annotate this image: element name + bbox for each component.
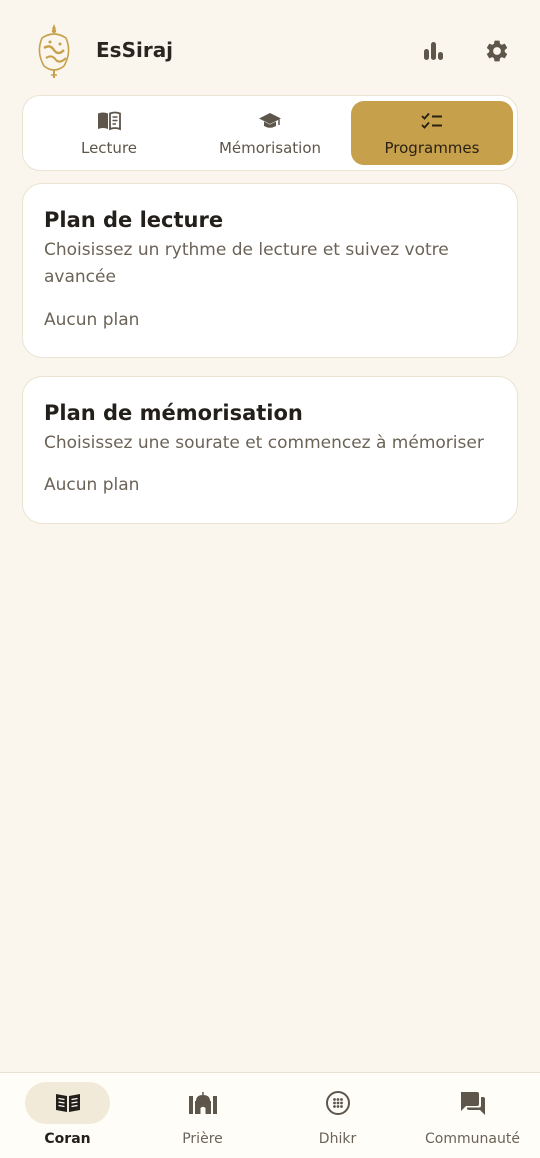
section-tabs: Lecture Mémorisation Programmes bbox=[22, 95, 518, 171]
nav-label-communaute: Communauté bbox=[425, 1131, 520, 1147]
nav-item-dhikr[interactable]: Dhikr bbox=[270, 1073, 405, 1158]
mosque-icon bbox=[160, 1082, 245, 1124]
settings-button[interactable] bbox=[482, 36, 512, 66]
reading-plan-card[interactable]: Plan de lecture Choisissez un rythme de … bbox=[22, 183, 518, 358]
nav-label-priere: Prière bbox=[182, 1131, 223, 1147]
tab-memorisation[interactable]: Mémorisation bbox=[189, 101, 351, 165]
bottom-navigation: Coran Prière Dhikr Communauté bbox=[0, 1072, 540, 1158]
nav-label-dhikr: Dhikr bbox=[318, 1131, 357, 1147]
card-description: Choisissez une sourate et commencez à mé… bbox=[44, 433, 484, 453]
essiraj-logo bbox=[32, 22, 76, 80]
tab-lecture-label: Lecture bbox=[80, 139, 138, 157]
card-title: Plan de mémorisation bbox=[44, 401, 303, 425]
graduation-cap-icon bbox=[258, 109, 282, 133]
open-book-icon bbox=[97, 109, 121, 133]
nav-label-coran: Coran bbox=[44, 1131, 91, 1147]
card-title: Plan de lecture bbox=[44, 208, 224, 232]
nav-item-coran[interactable]: Coran bbox=[0, 1073, 135, 1158]
quran-book-icon bbox=[25, 1082, 110, 1124]
stats-button[interactable] bbox=[418, 36, 448, 66]
card-description: Choisissez un rythme de lecture et suive… bbox=[44, 240, 449, 287]
tab-memorisation-label: Mémorisation bbox=[218, 139, 322, 157]
card-status: Aucun plan bbox=[44, 310, 140, 330]
app-header: EsSiraj bbox=[0, 0, 540, 96]
tab-programmes-label: Programmes bbox=[384, 139, 480, 157]
memorisation-plan-card[interactable]: Plan de mémorisation Choisissez une sour… bbox=[22, 376, 518, 524]
nav-item-communaute[interactable]: Communauté bbox=[405, 1073, 540, 1158]
bar-chart-icon bbox=[424, 42, 443, 60]
tab-lecture[interactable]: Lecture bbox=[28, 101, 190, 165]
gear-icon bbox=[486, 40, 508, 62]
tasbih-icon bbox=[295, 1082, 380, 1124]
chat-bubbles-icon bbox=[430, 1082, 515, 1124]
checklist-icon bbox=[420, 109, 444, 133]
card-status: Aucun plan bbox=[44, 475, 140, 495]
app-title: EsSiraj bbox=[96, 38, 174, 62]
tab-programmes[interactable]: Programmes bbox=[351, 101, 513, 165]
nav-item-priere[interactable]: Prière bbox=[135, 1073, 270, 1158]
